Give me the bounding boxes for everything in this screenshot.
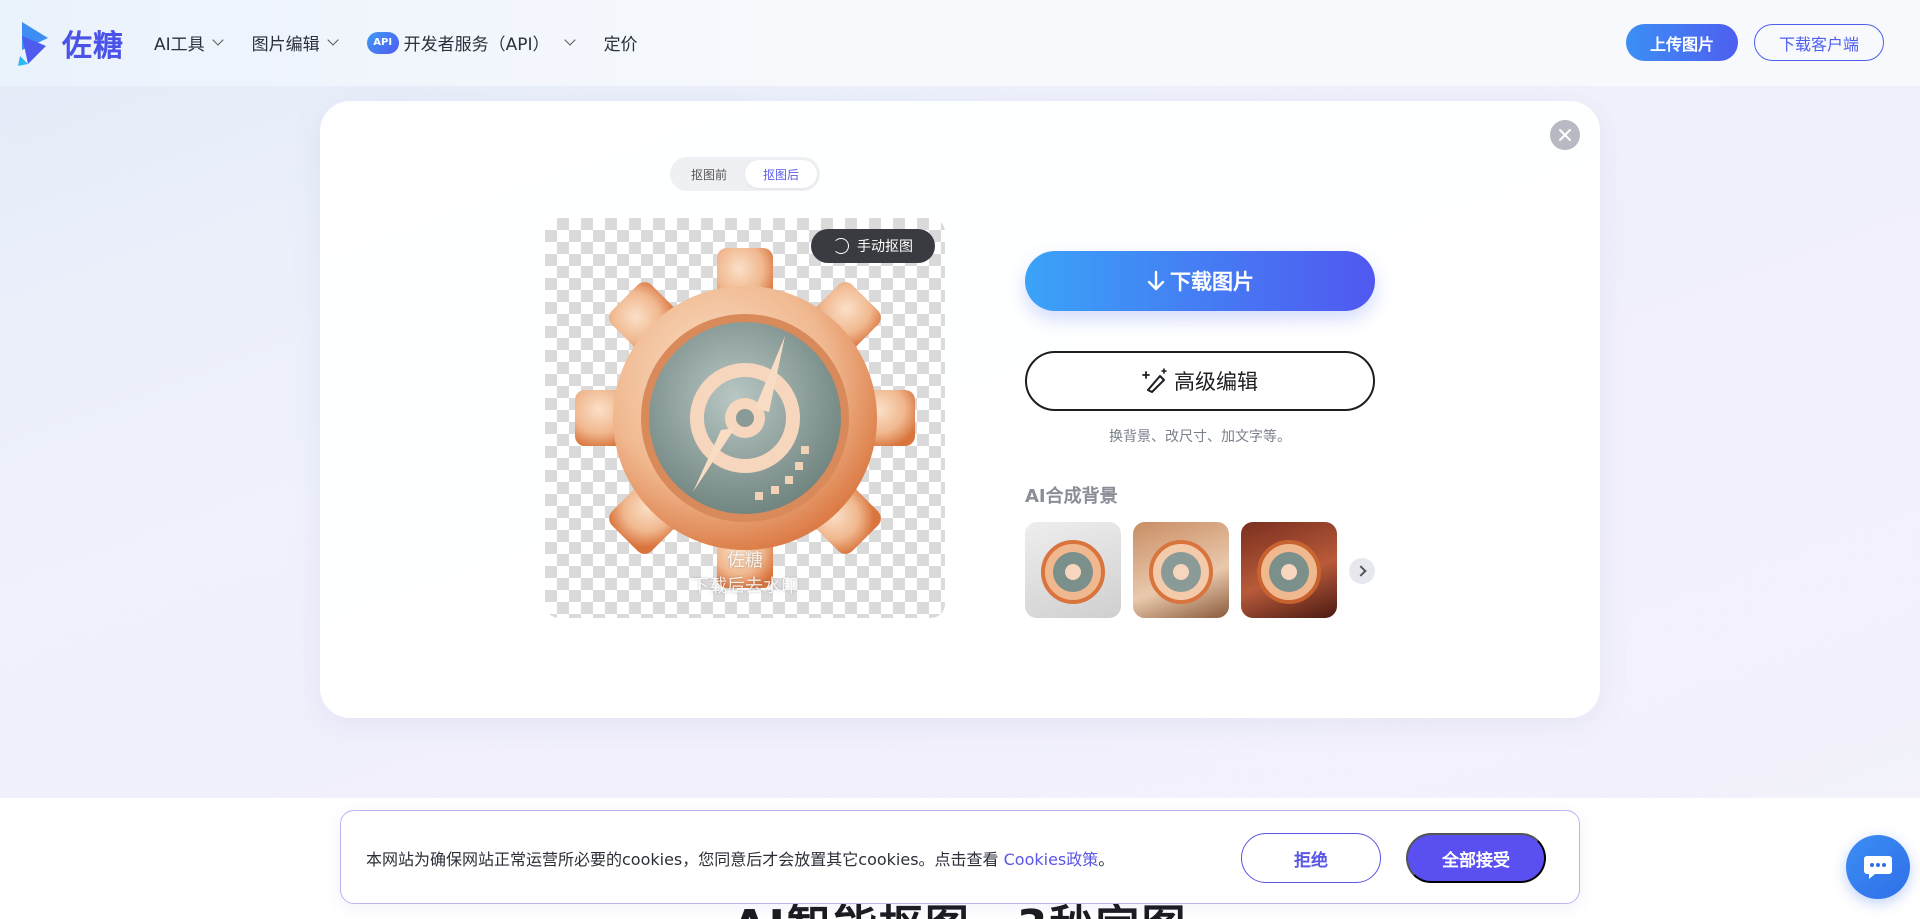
upload-image-button[interactable]: 上传图片 [1626, 24, 1738, 61]
chevron-down-icon [211, 34, 224, 46]
thumb-gear-image [1041, 540, 1105, 604]
manual-cutout-button[interactable]: 手动抠图 [811, 229, 935, 263]
accept-all-cookies-button[interactable]: 全部接受 [1406, 833, 1546, 883]
watermark-line1: 佐糖 [727, 550, 763, 571]
logo-text: 佐糖 [62, 29, 124, 64]
watermark-line2: 下载后去水印 [691, 576, 799, 597]
cookie-text: 本网站为确保网站正常运营所必要的cookies，您同意后才会放置其它cookie… [366, 846, 1114, 870]
ai-background-thumbnails [1025, 522, 1349, 618]
tab-before[interactable]: 抠图前 [673, 160, 745, 188]
close-button[interactable] [1550, 120, 1580, 150]
lasso-icon [833, 238, 849, 254]
thumbnails-next-button[interactable] [1349, 558, 1375, 584]
nav-label: AI工具 [154, 35, 205, 55]
reject-cookies-button[interactable]: 拒绝 [1241, 833, 1381, 883]
thumb-gear-image [1149, 540, 1213, 604]
nav-label: 图片编辑 [251, 35, 320, 55]
ai-background-thumb-1[interactable] [1025, 522, 1121, 618]
logo-mark-icon [18, 22, 48, 66]
nav-developer-api[interactable]: API 开发者服务（API） [366, 30, 576, 55]
watermark: 佐糖 下载后去水印 [545, 548, 945, 600]
manual-cutout-label: 手动抠图 [857, 239, 913, 255]
advanced-edit-label: 高级编辑 [1174, 370, 1258, 394]
cookie-policy-link[interactable]: Cookies政策 [1004, 850, 1099, 869]
chat-icon [1864, 856, 1892, 879]
top-navbar: 佐糖 AI工具 图片编辑 API 开发者服务（API） 定价 上传图片 下载客户… [0, 0, 1920, 86]
close-icon [1559, 129, 1571, 141]
api-cloud-icon: API [366, 31, 399, 54]
download-client-button[interactable]: 下载客户端 [1754, 24, 1884, 61]
ai-background-title: AI合成背景 [1025, 486, 1118, 507]
thumb-gear-image [1257, 540, 1321, 604]
cookie-message: 本网站为确保网站正常运营所必要的cookies，您同意后才会放置其它cookie… [366, 850, 1004, 869]
chevron-right-icon [1354, 565, 1367, 577]
download-arrow-icon [1147, 270, 1165, 291]
chevron-down-icon [326, 34, 339, 46]
before-after-toggle: 抠图前 抠图后 [670, 157, 820, 191]
download-image-label: 下载图片 [1170, 270, 1254, 294]
magic-wand-icon [1142, 368, 1167, 393]
advanced-edit-hint: 换背景、改尺寸、加文字等。 [1109, 429, 1291, 445]
nav-ai-tools[interactable]: AI工具 [154, 30, 224, 55]
nav-label: 开发者服务（API） [403, 35, 550, 55]
advanced-edit-button[interactable]: 高级编辑 [1025, 351, 1375, 411]
nav-label: 定价 [603, 35, 638, 55]
nav-image-edit[interactable]: 图片编辑 [251, 30, 339, 55]
main-nav: AI工具 图片编辑 API 开发者服务（API） 定价 [154, 30, 668, 55]
ai-background-thumb-2[interactable] [1133, 522, 1229, 618]
cookie-suffix: 。 [1098, 850, 1115, 869]
nav-pricing[interactable]: 定价 [604, 30, 638, 55]
chevron-down-icon [563, 34, 576, 46]
cookie-banner: 本网站为确保网站正常运营所必要的cookies，您同意后才会放置其它cookie… [340, 810, 1580, 904]
ai-background-thumb-3[interactable] [1241, 522, 1337, 618]
tab-after[interactable]: 抠图后 [745, 160, 817, 188]
download-image-button[interactable]: 下载图片 [1025, 251, 1375, 311]
chat-support-button[interactable] [1846, 835, 1910, 899]
editor-card [320, 101, 1600, 718]
logo[interactable]: 佐糖 [18, 20, 124, 66]
